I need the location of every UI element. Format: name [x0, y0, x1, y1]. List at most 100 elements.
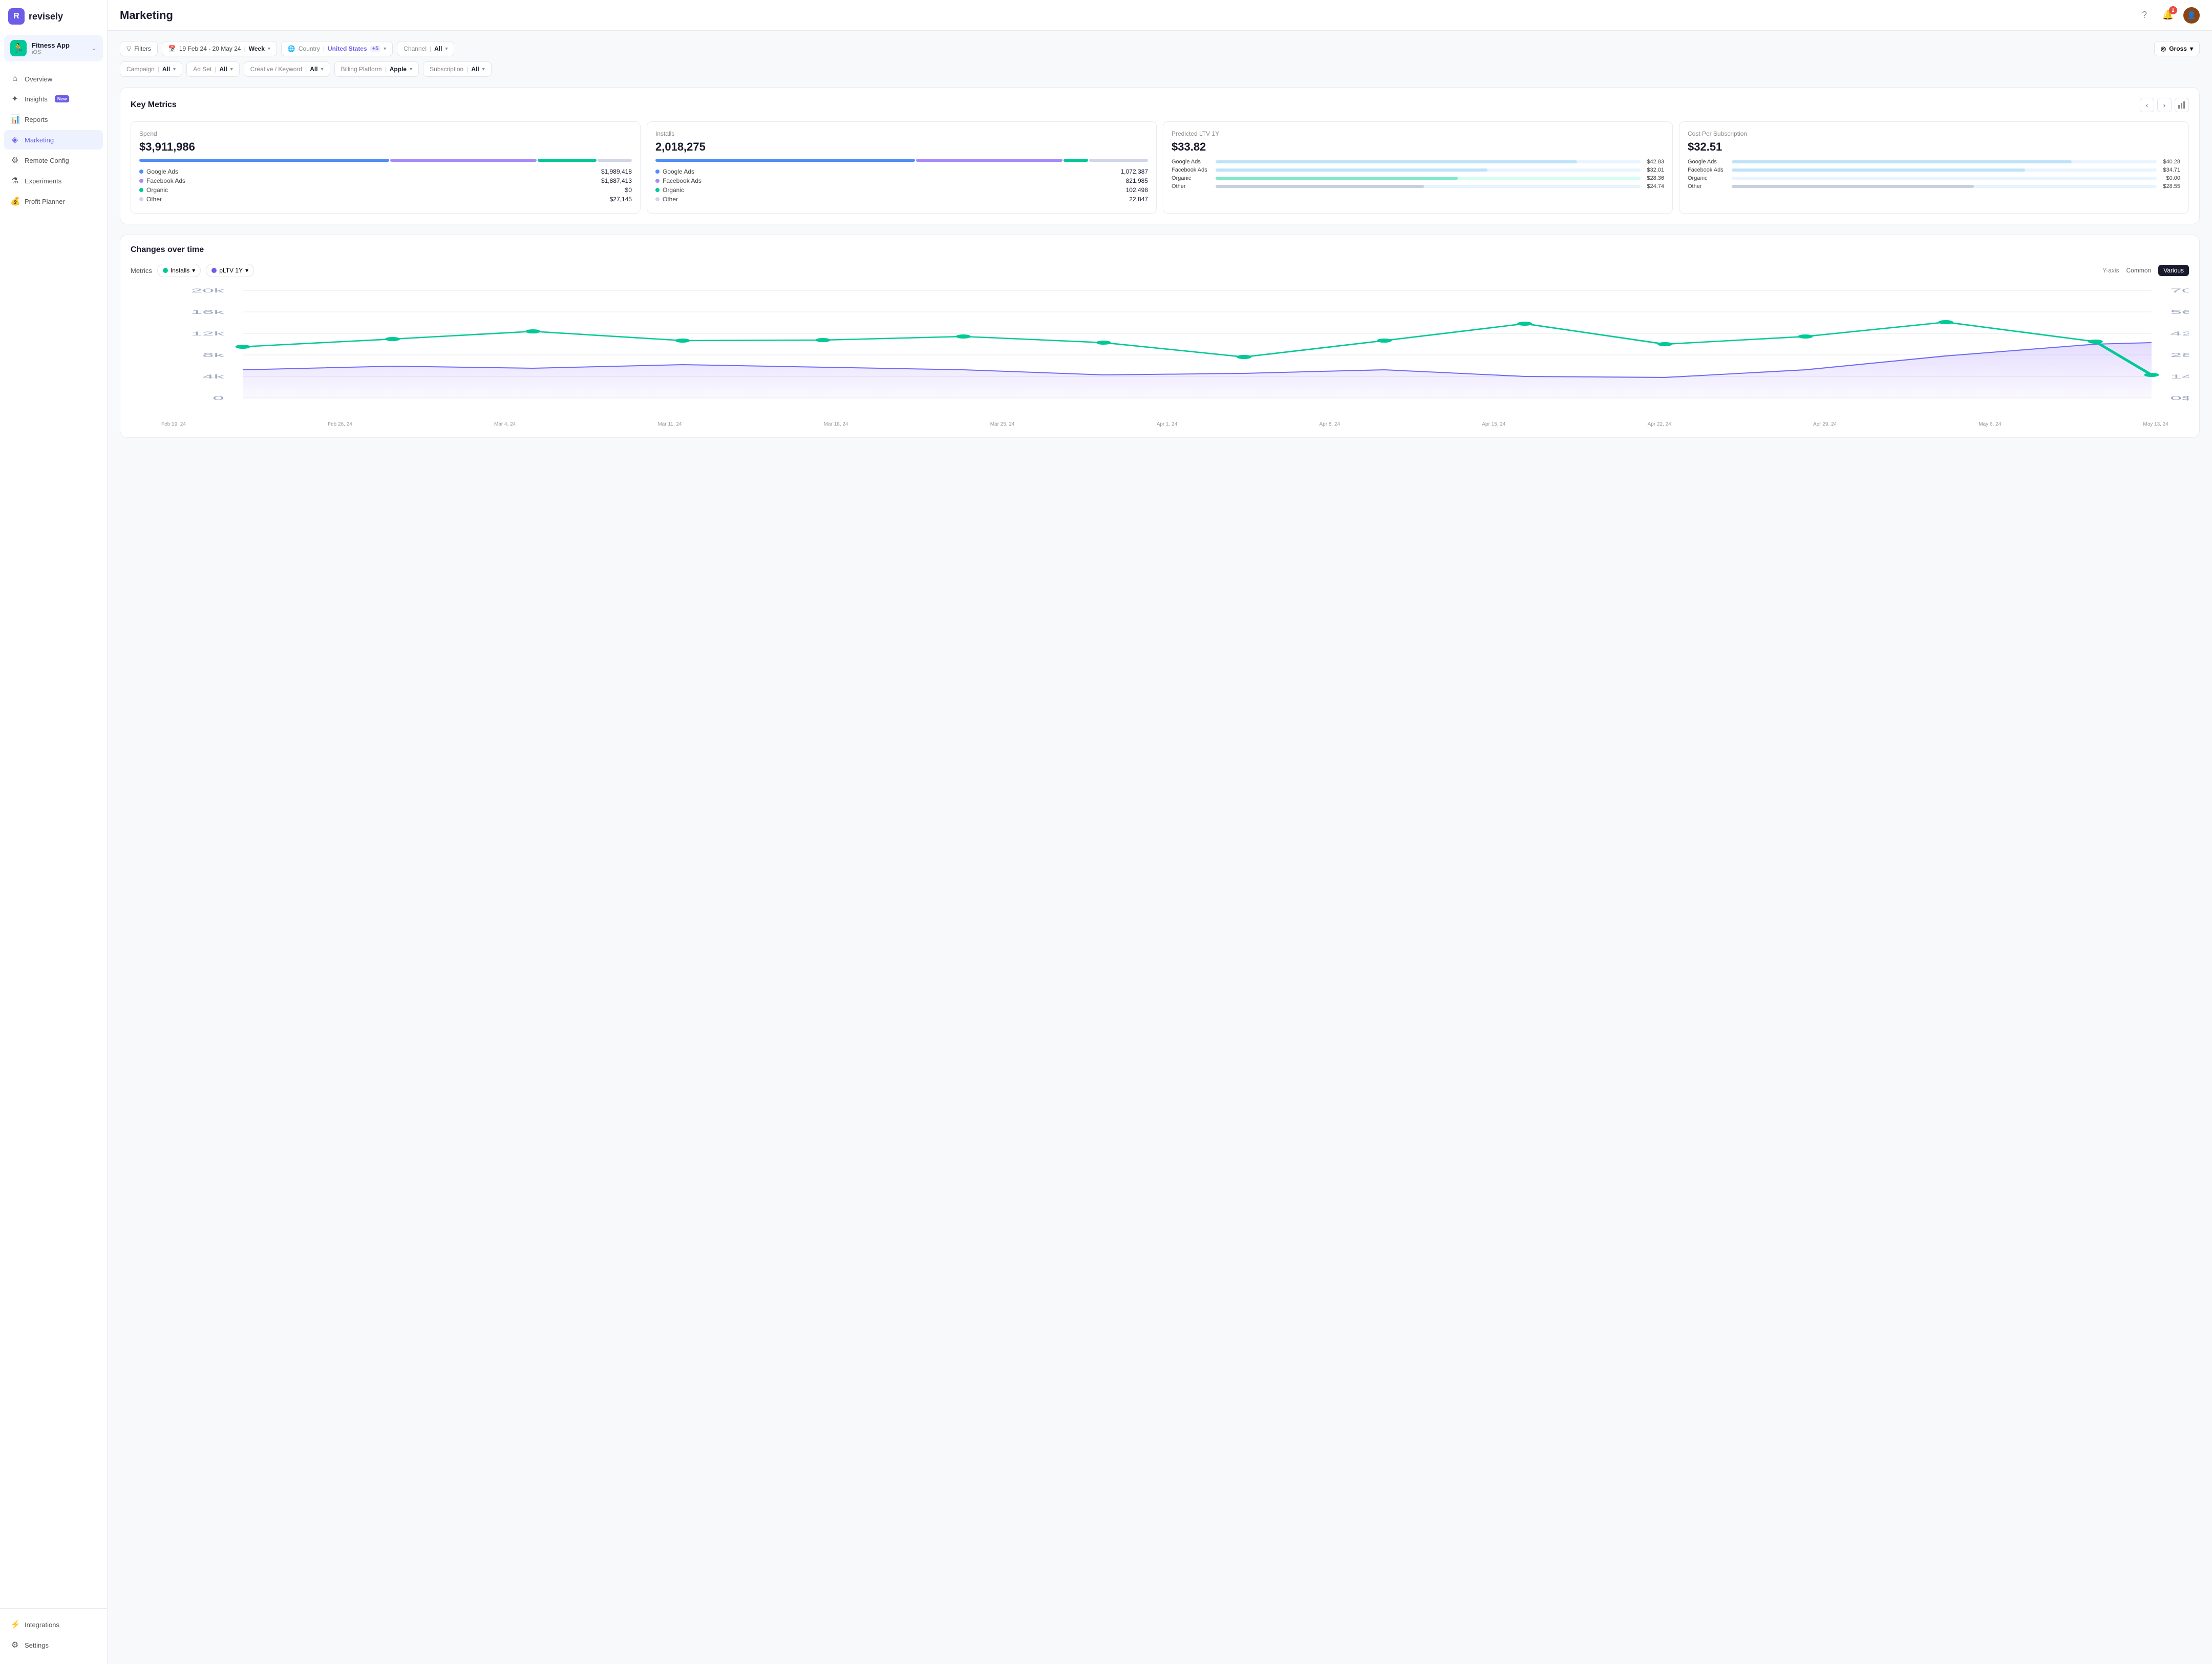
- reports-icon: 📊: [10, 114, 19, 124]
- source-bar-row: Google Ads $40.28: [1688, 159, 2180, 165]
- metric-row: Google Ads $1,989,418: [139, 168, 632, 175]
- next-metrics-button[interactable]: ›: [2157, 98, 2172, 112]
- source-bar-track: [1732, 185, 2157, 188]
- app-platform: iOS: [32, 49, 87, 55]
- section-nav: ‹ ›: [2140, 98, 2189, 112]
- filter-row-2: Campaign | All ▾ Ad Set | All ▾ Creative…: [120, 61, 2200, 77]
- notifications-button[interactable]: 🔔 2: [2160, 7, 2176, 24]
- google-dot: [139, 170, 143, 174]
- source-bar-track: [1732, 160, 2157, 163]
- y-axis-group: Y-axis Common Various: [2102, 265, 2189, 276]
- nav-section: ⌂ Overview ✦ Insights New 📊 Reports ◈ Ma…: [0, 70, 107, 1602]
- chart-svg: 20k 16k 12k 8k 4k 0 70$ 56$ 42$ 28$ 14$ …: [131, 285, 2189, 418]
- sidebar-item-insights[interactable]: ✦ Insights New: [4, 89, 103, 109]
- svg-text:8k: 8k: [202, 352, 224, 358]
- y-common-button[interactable]: Common: [2121, 265, 2157, 276]
- app-name: Fitness App: [32, 41, 87, 49]
- svg-text:14$: 14$: [2170, 373, 2189, 380]
- pltv-metric-pill[interactable]: pLTV 1Y ▾: [206, 264, 254, 277]
- svg-text:70$: 70$: [2170, 287, 2189, 293]
- sidebar-item-integrations[interactable]: ⚡ Integrations: [4, 1615, 103, 1634]
- sidebar-item-remote-config[interactable]: ⚙ Remote Config: [4, 151, 103, 170]
- channel-filter-button[interactable]: Channel | All ▾: [397, 41, 454, 56]
- source-bar-row: Other $24.74: [1172, 183, 1664, 189]
- key-metrics-section: Key Metrics ‹ › Spend: [120, 87, 2200, 224]
- billing-chevron-icon: ▾: [410, 67, 412, 72]
- sidebar-item-label: Overview: [25, 75, 52, 83]
- billing-platform-filter[interactable]: Billing Platform | Apple ▾: [334, 61, 419, 77]
- source-bar-track: [1732, 168, 2157, 172]
- home-icon: ⌂: [10, 74, 19, 83]
- installs-bar-organic: [1064, 159, 1088, 162]
- notification-count: 2: [2169, 6, 2177, 14]
- metric-row: Google Ads 1,072,387: [655, 168, 1148, 175]
- pltv-pill-label: pLTV 1Y: [219, 267, 243, 274]
- y-various-button[interactable]: Various: [2158, 265, 2189, 276]
- spend-bar-google: [139, 159, 389, 162]
- gross-button[interactable]: ◎ Gross ▾: [2154, 41, 2200, 56]
- installs-bar-google: [655, 159, 915, 162]
- source-bar-track: [1216, 177, 1641, 180]
- sidebar-item-label: Marketing: [25, 136, 54, 144]
- creative-keyword-filter[interactable]: Creative / Keyword | All ▾: [244, 61, 330, 77]
- source-bar-row: Organic $0.00: [1688, 175, 2180, 181]
- period-value: Week: [249, 45, 265, 52]
- svg-text:16k: 16k: [191, 309, 224, 315]
- metric-row: Facebook Ads $1,887,413: [139, 177, 632, 184]
- key-metrics-title: Key Metrics: [131, 100, 177, 110]
- svg-text:0: 0: [212, 395, 224, 401]
- filters-button[interactable]: ▽ ▽ Filters: [120, 41, 158, 56]
- source-bar-row: Organic $28.36: [1172, 175, 1664, 181]
- source-bar-track: [1732, 177, 2157, 180]
- country-filter-button[interactable]: 🌐 Country | United States +5 ▾: [281, 41, 393, 56]
- avatar[interactable]: 👤: [2183, 7, 2200, 24]
- channel-value: All: [434, 45, 442, 52]
- subscription-filter[interactable]: Subscription | All ▾: [423, 61, 492, 77]
- app-selector[interactable]: 🏃 Fitness App iOS ⌄: [4, 35, 103, 61]
- filter-row-1: ▽ ▽ Filters 📅 19 Feb 24 - 20 May 24 | We…: [120, 41, 2200, 56]
- logo-area: R revisely: [0, 8, 107, 35]
- date-range-value: 19 Feb 24 - 20 May 24: [179, 45, 241, 52]
- source-bar-fill: [1732, 168, 2025, 172]
- chart-toggle-button[interactable]: [2175, 98, 2189, 112]
- installs-bar: [655, 159, 1148, 162]
- changes-title: Changes over time: [131, 245, 204, 255]
- logo-icon: R: [8, 8, 25, 25]
- campaign-chevron-icon: ▾: [173, 67, 176, 72]
- logo-text: revisely: [29, 11, 63, 22]
- metric-card-pltv: Predicted LTV 1Y $33.82 Google Ads $42.8…: [1163, 121, 1673, 214]
- marketing-icon: ◈: [10, 135, 19, 145]
- prev-metrics-button[interactable]: ‹: [2140, 98, 2154, 112]
- cost-per-sub-label: Cost Per Subscription: [1688, 130, 2180, 137]
- spend-bar-facebook: [390, 159, 537, 162]
- experiments-icon: ⚗: [10, 176, 19, 186]
- sidebar-item-marketing[interactable]: ◈ Marketing: [4, 130, 103, 150]
- adset-filter[interactable]: Ad Set | All ▾: [186, 61, 240, 77]
- metric-row: Facebook Ads 821,985: [655, 177, 1148, 184]
- installs-metric-pill[interactable]: Installs ▾: [157, 264, 201, 277]
- spend-bar: [139, 159, 632, 162]
- installs-rows: Google Ads 1,072,387 Facebook Ads 821,98…: [655, 168, 1148, 203]
- sidebar-item-overview[interactable]: ⌂ Overview: [4, 70, 103, 88]
- y-axis-label: Y-axis: [2102, 267, 2119, 274]
- profit-planner-icon: 💰: [10, 196, 19, 206]
- installs-point: [1798, 334, 1813, 339]
- source-bar-row: Facebook Ads $34.71: [1688, 167, 2180, 173]
- metric-row: Other 22,847: [655, 196, 1148, 203]
- help-icon[interactable]: ?: [2136, 7, 2153, 24]
- sidebar-item-reports[interactable]: 📊 Reports: [4, 110, 103, 129]
- source-bar-fill: [1732, 185, 1974, 188]
- campaign-filter[interactable]: Campaign | All ▾: [120, 61, 182, 77]
- app-icon: 🏃: [10, 40, 27, 56]
- pltv-bars: Google Ads $42.83 Facebook Ads $32.01 Or…: [1172, 159, 1664, 189]
- installs-point: [1657, 342, 1672, 346]
- metrics-label: Metrics: [131, 267, 152, 275]
- installs-bar-other: [1089, 159, 1148, 162]
- svg-text:20k: 20k: [191, 287, 224, 293]
- sidebar-item-experiments[interactable]: ⚗ Experiments: [4, 171, 103, 191]
- pltv-area: [243, 343, 2152, 398]
- chart-controls: Metrics Installs ▾ pLTV 1Y ▾ Y-axis Comm…: [131, 264, 2189, 277]
- date-range-button[interactable]: 📅 19 Feb 24 - 20 May 24 | Week ▾: [162, 41, 277, 56]
- sidebar-item-settings[interactable]: ⚙ Settings: [4, 1635, 103, 1655]
- sidebar-item-profit-planner[interactable]: 💰 Profit Planner: [4, 192, 103, 211]
